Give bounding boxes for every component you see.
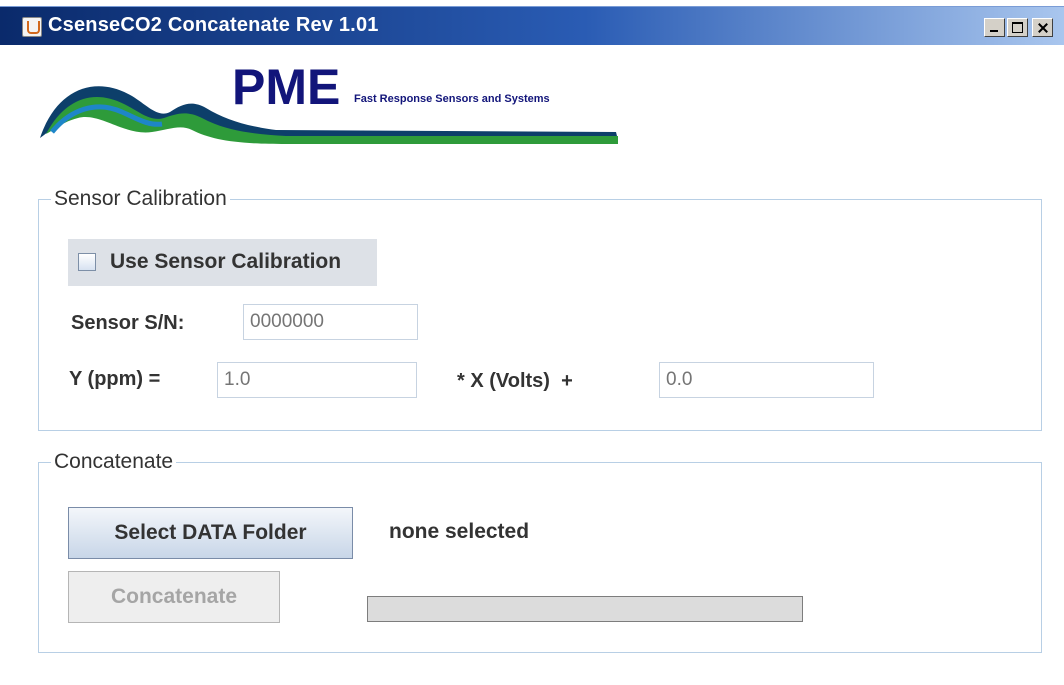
maximize-button[interactable] xyxy=(1007,18,1028,37)
sensor-calibration-legend: Sensor Calibration xyxy=(54,187,227,210)
title-bar[interactable]: CsenseCO2 Concatenate Rev 1.01 xyxy=(0,6,1064,45)
java-cup-icon xyxy=(22,17,42,37)
select-data-folder-button[interactable]: Select DATA Folder xyxy=(68,507,353,559)
concatenate-button[interactable]: Concatenate xyxy=(68,571,280,623)
sensor-sn-label: Sensor S/N: xyxy=(71,312,185,334)
folder-status-text: none selected xyxy=(389,520,530,543)
minimize-button[interactable] xyxy=(984,18,1005,37)
use-calibration-label[interactable]: Use Sensor Calibration xyxy=(110,250,341,274)
logo-brand: PME xyxy=(232,60,340,115)
app-window: CsenseCO2 Concatenate Rev 1.01 PME Fast … xyxy=(0,0,1064,685)
sensor-calibration-group: Sensor Calibration xyxy=(38,187,1042,431)
window-title: CsenseCO2 Concatenate Rev 1.01 xyxy=(48,14,379,36)
y-ppm-label: Y (ppm) = xyxy=(69,368,161,390)
sensor-sn-input[interactable] xyxy=(243,304,418,340)
close-button[interactable] xyxy=(1032,18,1053,37)
use-calibration-checkbox-row[interactable]: Use Sensor Calibration xyxy=(68,239,377,286)
pme-logo: PME Fast Response Sensors and Systems xyxy=(40,60,618,144)
slope-input[interactable] xyxy=(217,362,417,398)
logo-tagline: Fast Response Sensors and Systems xyxy=(354,93,550,105)
x-volts-label: * X (Volts) + xyxy=(457,370,573,392)
progress-bar xyxy=(367,596,803,622)
concatenate-legend: Concatenate xyxy=(54,450,174,473)
use-calibration-checkbox[interactable] xyxy=(78,253,96,271)
offset-input[interactable] xyxy=(659,362,874,398)
